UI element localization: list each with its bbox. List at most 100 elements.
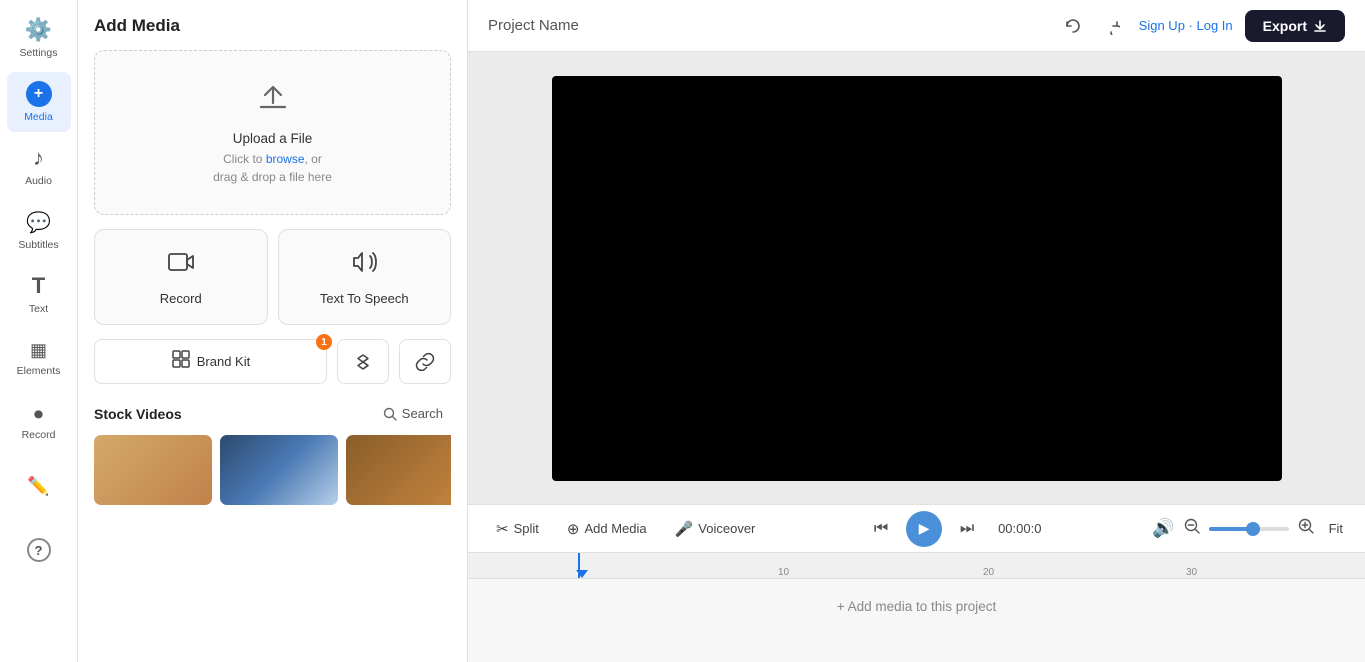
media-options-grid: Record Text To Speech	[94, 229, 451, 325]
sign-up-link[interactable]: Sign Up	[1139, 18, 1185, 33]
undo-button[interactable]	[1057, 10, 1089, 42]
sidebar-item-label-media: Media	[24, 111, 53, 123]
search-icon	[383, 407, 397, 421]
browse-link[interactable]: browse	[266, 152, 305, 166]
sidebar-item-label-subtitles: Subtitles	[18, 239, 58, 251]
zoom-slider-thumb	[1246, 522, 1260, 536]
sidebar: ⚙️ Settings + Media ♪ Audio 💬 Subtitles …	[0, 0, 78, 662]
timeline-ruler: 10 20 30 40 50 60	[468, 553, 1365, 579]
gear-icon: ⚙️	[25, 17, 52, 43]
split-icon: ✂	[496, 520, 509, 538]
ruler-marker-10: 10	[778, 567, 789, 578]
zoom-out-button[interactable]	[1183, 517, 1201, 540]
voiceover-icon: 🎤	[675, 520, 694, 538]
video-area	[468, 52, 1365, 504]
upload-area[interactable]: Upload a File Click to browse, ordrag & …	[94, 50, 451, 215]
split-button[interactable]: ✂ Split	[484, 514, 551, 544]
stock-video-thumbnails	[94, 435, 451, 505]
upload-title: Upload a File	[233, 131, 313, 146]
redo-button[interactable]	[1095, 10, 1127, 42]
record-icon: ⏺	[34, 404, 43, 425]
sidebar-item-label-settings: Settings	[20, 47, 58, 59]
split-label: Split	[514, 521, 539, 536]
fast-forward-button[interactable]: ⏭	[952, 514, 982, 544]
sidebar-item-draw[interactable]: ✏️	[7, 456, 71, 516]
rewind-button[interactable]: ⏮	[866, 514, 896, 544]
export-button[interactable]: Export	[1245, 10, 1345, 42]
stock-videos-title: Stock Videos	[94, 406, 182, 422]
add-media-row[interactable]: + Add media to this project	[468, 579, 1365, 634]
time-display: 00:00:0	[998, 521, 1041, 536]
playback-controls: ⏮ ▶ ⏭	[866, 511, 982, 547]
sidebar-item-label-elements: Elements	[17, 365, 61, 377]
help-icon: ?	[27, 538, 51, 562]
undo-redo-group	[1057, 10, 1127, 42]
brand-icon	[171, 349, 191, 374]
ruler-marker-20: 20	[983, 567, 994, 578]
video-preview	[552, 76, 1282, 481]
audio-icon: ♪	[33, 145, 44, 171]
volume-icon[interactable]: 🔊	[1152, 518, 1174, 539]
sidebar-item-help[interactable]: ?	[7, 520, 71, 580]
dropbox-button[interactable]	[337, 339, 389, 384]
export-label: Export	[1263, 18, 1307, 34]
sidebar-item-audio[interactable]: ♪ Audio	[7, 136, 71, 196]
brand-row: 1 Brand Kit	[94, 339, 451, 384]
plus-circle-icon: +	[26, 81, 52, 107]
subtitles-icon: 💬	[26, 210, 51, 235]
log-in-link[interactable]: Log In	[1197, 18, 1233, 33]
voiceover-button[interactable]: 🎤 Voiceover	[663, 514, 768, 544]
brand-kit-button[interactable]: 1 Brand Kit	[94, 339, 327, 384]
ruler-marker-30: 30	[1186, 567, 1197, 578]
top-bar-right: Sign Up · Log In Export	[1057, 10, 1345, 42]
upload-icon	[255, 79, 291, 123]
sidebar-item-text[interactable]: T Text	[7, 264, 71, 324]
record-camera-icon	[167, 248, 195, 283]
timeline-playhead-line	[578, 553, 580, 578]
stock-video-thumb-3[interactable]	[346, 435, 451, 505]
search-button[interactable]: Search	[375, 402, 451, 425]
text-icon: T	[32, 273, 45, 299]
add-media-button[interactable]: ⊕ Add Media	[555, 514, 659, 544]
top-bar: Project Name Sign Up ·	[468, 0, 1365, 52]
brand-badge: 1	[316, 334, 332, 350]
brand-kit-label: Brand Kit	[197, 354, 250, 369]
bottom-toolbar: ✂ Split ⊕ Add Media 🎤 Voiceover ⏮ ▶ ⏭ 00…	[468, 504, 1365, 552]
main-area: Project Name Sign Up ·	[468, 0, 1365, 662]
sidebar-item-label-audio: Audio	[25, 175, 52, 187]
tts-card-label: Text To Speech	[320, 291, 409, 306]
zoom-slider[interactable]	[1209, 527, 1289, 531]
stock-video-thumb-1[interactable]	[94, 435, 212, 505]
sidebar-item-subtitles[interactable]: 💬 Subtitles	[7, 200, 71, 260]
zoom-in-button[interactable]	[1297, 517, 1315, 540]
play-button[interactable]: ▶	[906, 511, 942, 547]
link-button[interactable]	[399, 339, 451, 384]
auth-links: Sign Up · Log In	[1139, 18, 1233, 33]
sidebar-item-label-record: Record	[22, 429, 56, 441]
elements-icon: ▦	[30, 340, 47, 361]
upload-subtitle: Click to browse, ordrag & drop a file he…	[213, 150, 332, 186]
add-media-panel: Add Media Upload a File Click to browse,…	[78, 0, 468, 662]
sidebar-item-elements[interactable]: ▦ Elements	[7, 328, 71, 388]
fit-button[interactable]: Fit	[1323, 517, 1349, 540]
project-name: Project Name	[488, 17, 1045, 34]
record-card[interactable]: Record	[94, 229, 268, 325]
add-media-icon: ⊕	[567, 520, 580, 538]
search-label: Search	[402, 406, 443, 421]
record-card-label: Record	[160, 291, 202, 306]
pen-icon: ✏️	[27, 476, 49, 497]
tts-card[interactable]: Text To Speech	[278, 229, 452, 325]
sidebar-item-settings[interactable]: ⚙️ Settings	[7, 8, 71, 68]
sidebar-item-record[interactable]: ⏺ Record	[7, 392, 71, 452]
tts-icon	[350, 248, 378, 283]
timeline-area: 10 20 30 40 50 60 + Add media to this pr…	[468, 552, 1365, 662]
voiceover-label: Voiceover	[698, 521, 755, 536]
add-media-label: Add Media	[584, 521, 646, 536]
sidebar-item-label-text: Text	[29, 303, 48, 315]
export-icon	[1313, 19, 1327, 33]
sidebar-item-media[interactable]: + Media	[7, 72, 71, 132]
stock-video-thumb-2[interactable]	[220, 435, 338, 505]
right-controls: 🔊 Fit	[1152, 517, 1349, 540]
panel-title: Add Media	[94, 16, 451, 36]
add-media-row-label: + Add media to this project	[837, 599, 996, 614]
